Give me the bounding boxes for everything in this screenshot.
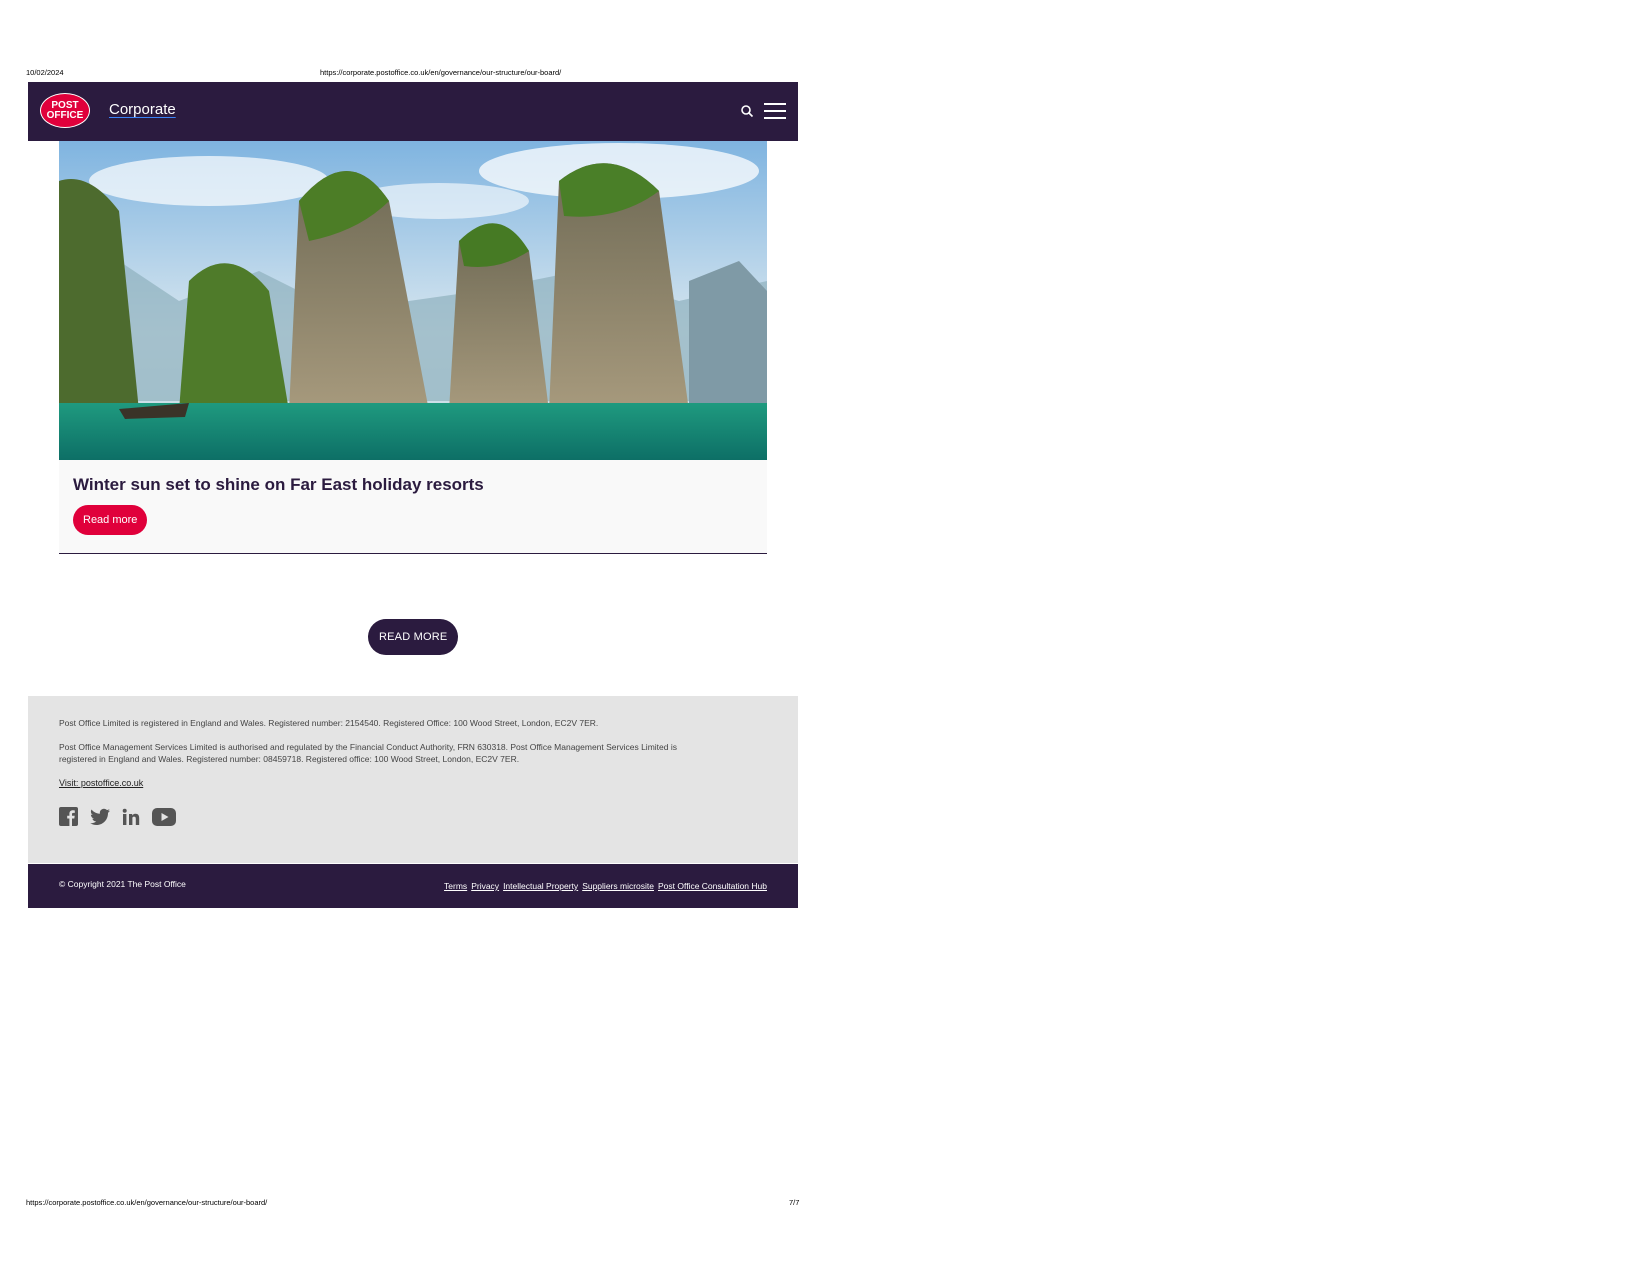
legal-text-2: Post Office Management Services Limited … — [59, 742, 677, 764]
news-card-title[interactable]: Winter sun set to shine on Far East holi… — [73, 475, 753, 495]
read-more-button[interactable]: Read more — [73, 505, 148, 535]
legal-text-1: Post Office Limited is registered in Eng… — [59, 718, 599, 728]
visit-postoffice-link[interactable]: Visit: postoffice.co.uk — [59, 778, 143, 788]
footer-link-consultation-hub[interactable]: Post Office Consultation Hub — [658, 881, 767, 891]
page: POST OFFICE Corporate Winter sun set to … — [28, 82, 798, 908]
news-card-body: Winter sun set to shine on Far East holi… — [59, 460, 767, 554]
linkedin-icon[interactable] — [122, 808, 140, 826]
news-card: Winter sun set to shine on Far East holi… — [59, 141, 767, 554]
print-page-number: 7/7 — [789, 1198, 800, 1207]
print-date: 10/02/2024 — [26, 68, 64, 77]
youtube-icon[interactable] — [152, 807, 176, 826]
footer-links: Terms Privacy Intellectual Property Supp… — [444, 881, 767, 891]
corporate-link[interactable]: Corporate — [109, 101, 176, 118]
read-more-all-button[interactable]: READ MORE — [368, 619, 459, 655]
print-url-top: https://corporate.postoffice.co.uk/en/go… — [320, 68, 562, 77]
footer-legal: Post Office Limited is registered in Eng… — [28, 696, 798, 863]
logo-text-line2: OFFICE — [46, 109, 84, 121]
footer-link-suppliers-microsite[interactable]: Suppliers microsite — [582, 881, 654, 891]
news-card-image[interactable] — [59, 141, 767, 460]
search-icon[interactable] — [740, 104, 754, 118]
site-header: POST OFFICE Corporate — [28, 82, 798, 141]
facebook-icon[interactable] — [59, 807, 78, 826]
footer-link-privacy[interactable]: Privacy — [471, 881, 499, 891]
logo-text-line1: POST — [51, 99, 79, 111]
copyright-text: © Copyright 2021 The Post Office — [59, 879, 186, 889]
footer-link-intellectual-property[interactable]: Intellectual Property — [503, 881, 578, 891]
read-more-container: READ MORE — [368, 619, 459, 655]
hamburger-menu-icon[interactable] — [764, 103, 786, 119]
footer-bottom: © Copyright 2021 The Post Office Terms P… — [28, 864, 798, 908]
social-links — [59, 807, 767, 826]
post-office-logo[interactable]: POST OFFICE — [40, 93, 90, 128]
print-url-bottom: https://corporate.postoffice.co.uk/en/go… — [26, 1198, 268, 1207]
twitter-icon[interactable] — [90, 808, 110, 826]
footer-link-terms[interactable]: Terms — [444, 881, 467, 891]
